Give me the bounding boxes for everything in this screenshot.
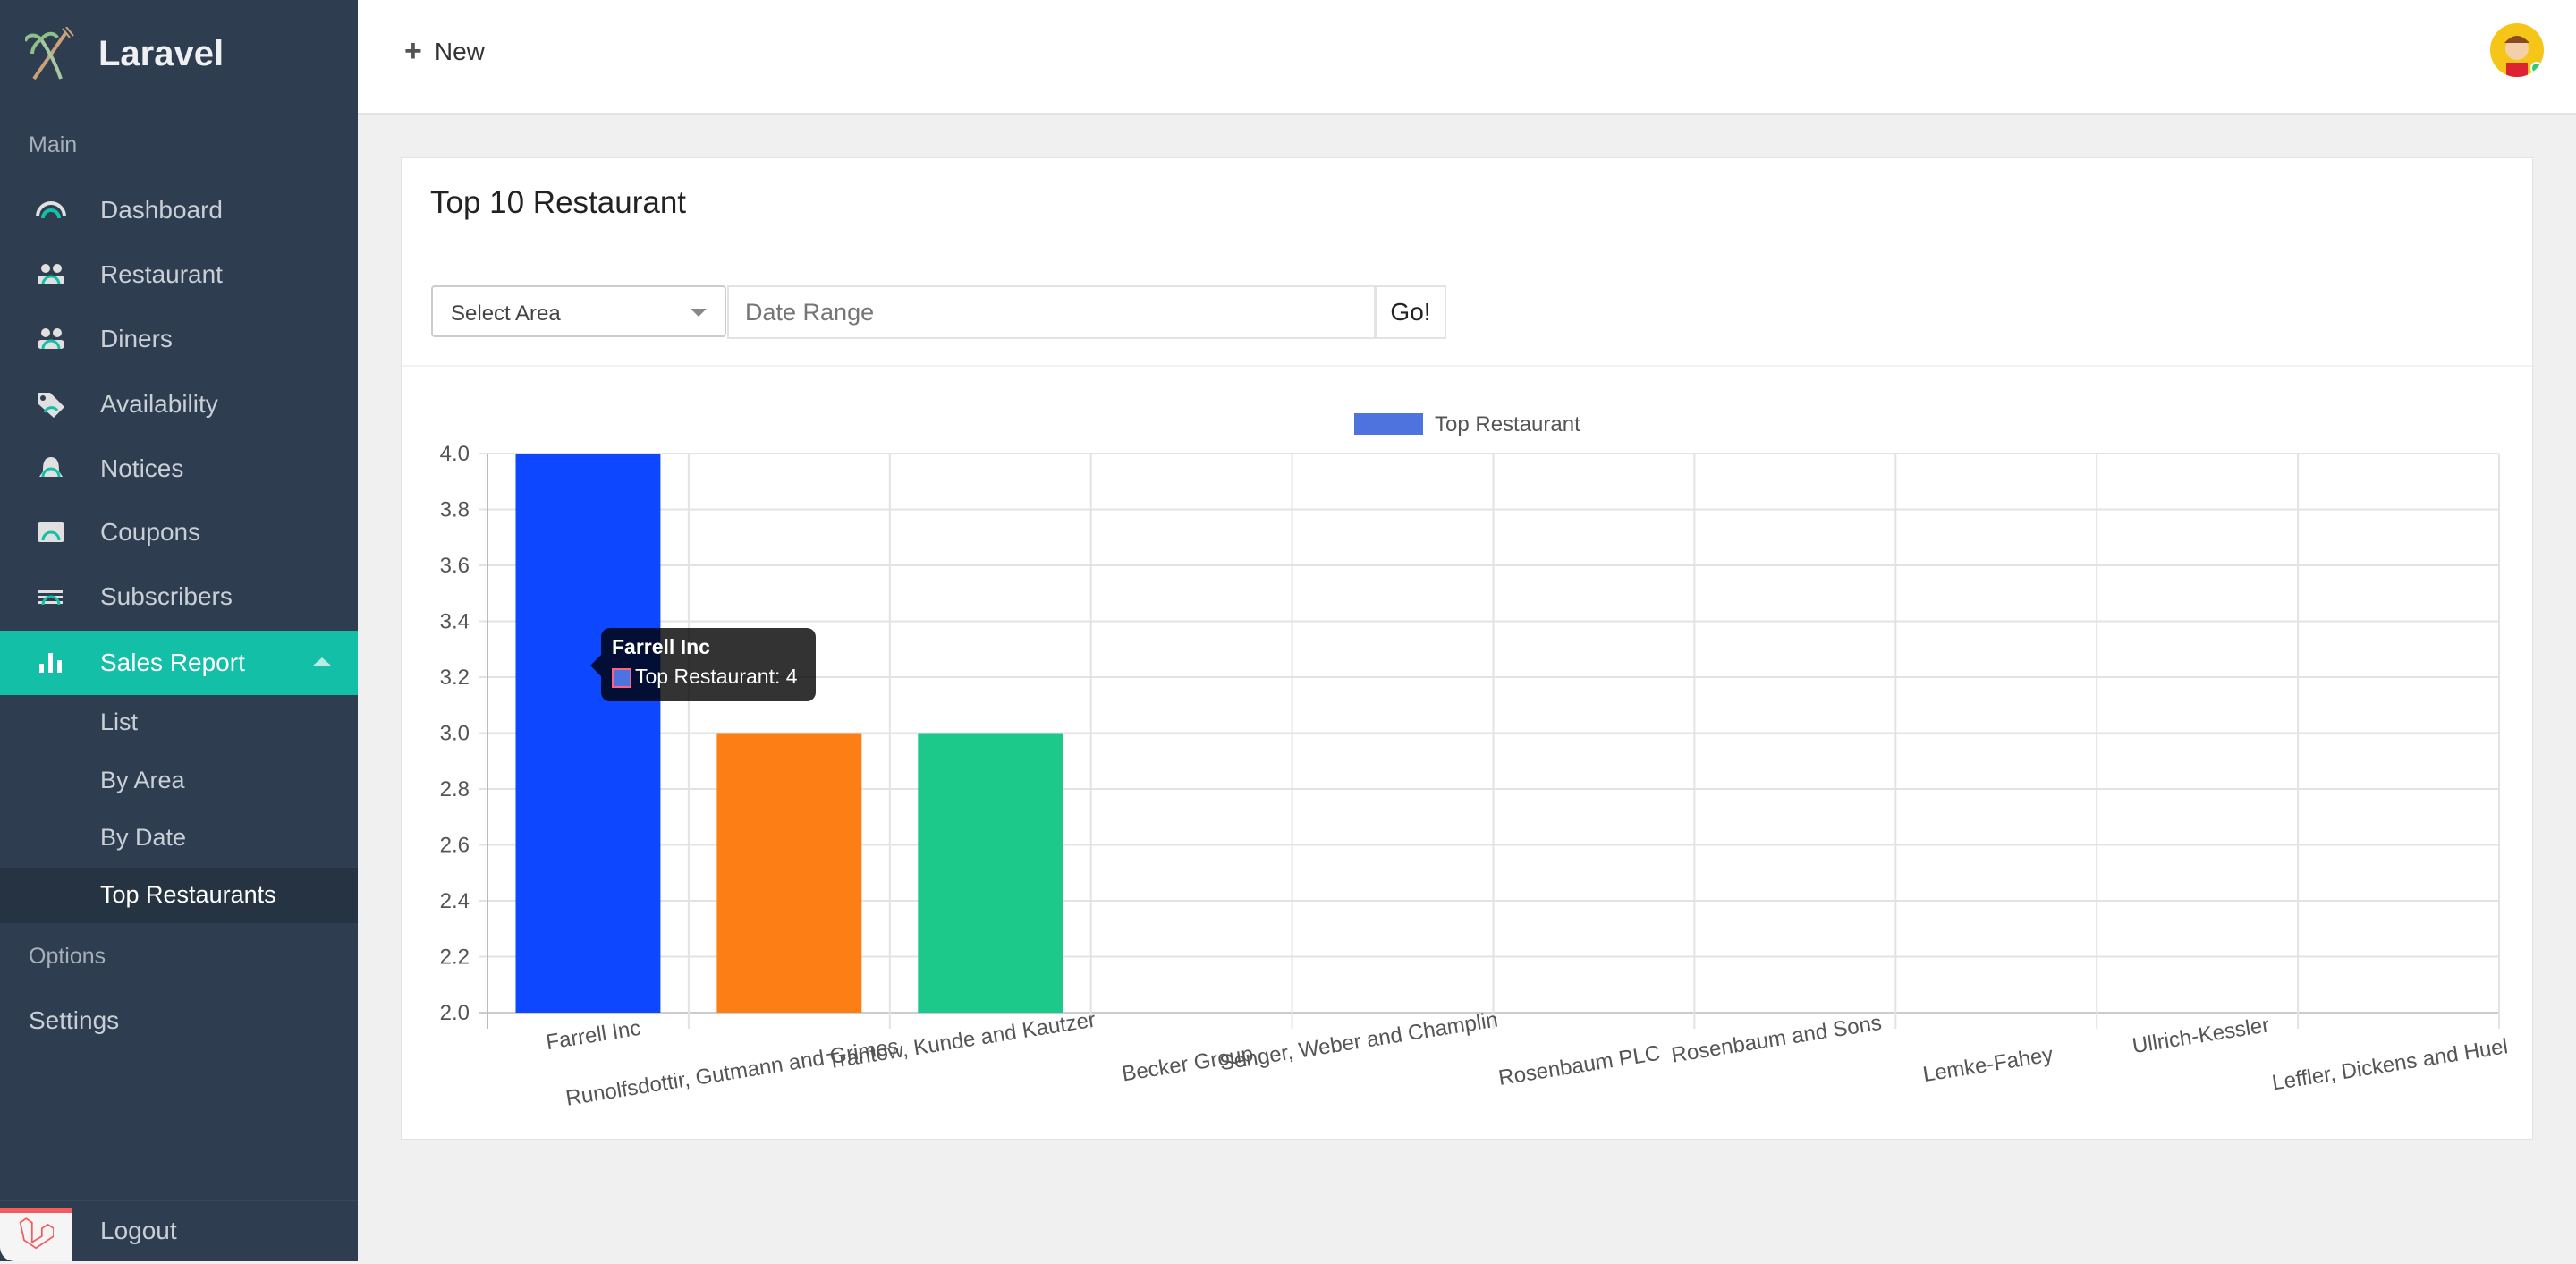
sidebar-item-dashboard[interactable]: Dashboard: [0, 178, 358, 242]
sidebar-item-availability[interactable]: Availability: [0, 372, 358, 437]
chart-icon: [39, 653, 62, 673]
sidebar-item-label: Coupons: [100, 518, 201, 546]
card-title: Top 10 Restaurant: [430, 185, 687, 220]
ticket-icon: [38, 522, 64, 542]
section-main-label: Main: [29, 132, 78, 157]
users-icon: [38, 264, 64, 285]
sidebar-subitem-list[interactable]: List: [100, 708, 138, 736]
go-button[interactable]: Go!: [1375, 285, 1446, 339]
dashboard-gauge-icon: [36, 201, 66, 219]
sidebar-subitem-by-date[interactable]: By Date: [100, 824, 186, 852]
sidebar-item-settings[interactable]: Settings: [29, 1006, 119, 1035]
tooltip-swatch: [612, 667, 631, 688]
sidebar: Laravel Main Dashboard Restaurant Diners…: [0, 0, 358, 1261]
new-button-label: New: [434, 37, 485, 65]
logout-link[interactable]: Logout: [100, 1217, 177, 1245]
plus-icon: +: [404, 34, 422, 68]
tooltip-body: Top Restaurant: 4: [635, 665, 798, 688]
laravel-logo-icon: [0, 1208, 72, 1261]
divider: [402, 365, 2532, 367]
tooltip-title: Farrell Inc: [612, 635, 710, 658]
date-range-input[interactable]: [727, 285, 1376, 339]
sidebar-item-restaurant[interactable]: Restaurant: [0, 242, 358, 307]
sidebar-item-label: Dashboard: [100, 196, 223, 224]
new-button[interactable]: + New: [404, 34, 485, 69]
palm-fork-logo-icon: [25, 27, 74, 81]
bell-icon: [39, 457, 63, 478]
tag-icon: [38, 393, 64, 418]
chevron-up-icon: [313, 657, 331, 666]
sidebar-item-label: Restaurant: [100, 260, 223, 288]
sidebar-subitem-top-restaurants[interactable]: Top Restaurants: [100, 881, 276, 909]
sidebar-item-label: Notices: [100, 454, 184, 482]
sidebar-item-label: Diners: [100, 325, 173, 352]
sidebar-item-notices[interactable]: Notices: [0, 437, 358, 501]
sidebar-item-coupons[interactable]: Coupons: [0, 500, 358, 564]
list-icon: [38, 590, 63, 606]
user-avatar[interactable]: [2490, 23, 2544, 77]
sidebar-item-sales-report[interactable]: Sales Report: [0, 631, 358, 695]
chevron-down-icon: [691, 309, 707, 317]
section-options-label: Options: [29, 944, 106, 969]
sidebar-item-diners[interactable]: Diners: [0, 307, 358, 371]
sidebar-item-label: Subscribers: [100, 582, 233, 610]
users-icon: [38, 328, 64, 350]
top-header: + New: [358, 0, 2576, 115]
sidebar-item-label: Availability: [100, 390, 218, 418]
chart-tooltip: Farrell Inc Top Restaurant: 4: [590, 628, 816, 701]
divider: [0, 1200, 358, 1201]
sidebar-subitem-by-area[interactable]: By Area: [100, 767, 185, 794]
sidebar-item-subscribers[interactable]: Subscribers: [0, 564, 358, 629]
sidebar-item-label: Sales Report: [100, 649, 245, 676]
area-select-value: Select Area: [451, 301, 561, 326]
area-select[interactable]: Select Area: [431, 285, 726, 337]
brand-name: Laravel: [98, 34, 225, 73]
